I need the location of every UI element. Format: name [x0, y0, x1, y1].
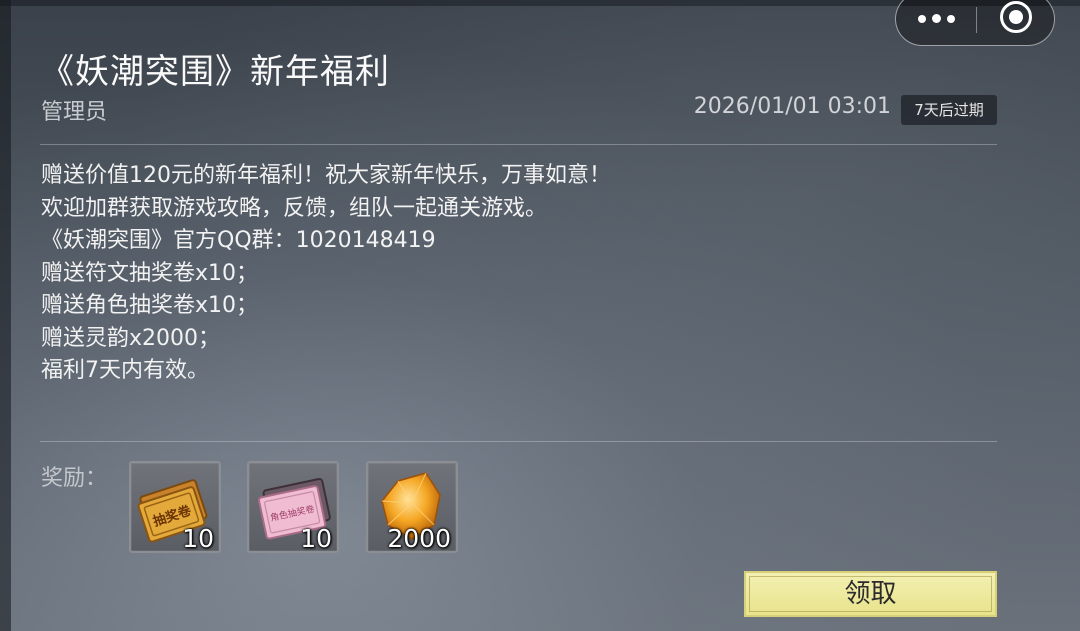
reward-count: 2000 — [387, 524, 451, 553]
reward-divider — [40, 441, 997, 442]
body-line: 赠送灵韵x2000； — [41, 325, 221, 351]
mail-body: 赠送价值120元的新年福利！祝大家新年快乐，万事如意！ 欢迎加群获取游戏攻略，反… — [41, 160, 611, 388]
expire-badge: 7天后过期 — [901, 95, 997, 125]
rewards-label: 奖励： — [41, 466, 108, 491]
body-line: 《妖潮突围》官方QQ群：1020148419 — [41, 228, 436, 253]
header-divider — [40, 144, 997, 145]
window-left-edge — [0, 0, 11, 631]
body-line: 赠送符文抽奖卷x10； — [41, 260, 259, 286]
close-target-icon[interactable] — [1000, 1, 1032, 33]
body-line: 欢迎加群获取游戏攻略，反馈，组队一起通关游戏。 — [41, 195, 548, 221]
claim-button[interactable]: 领取 — [744, 571, 997, 617]
more-dots-icon[interactable] — [916, 5, 956, 31]
reward-item-spirit-crystal[interactable]: 2000 — [366, 461, 458, 553]
body-line: 赠送价值120元的新年福利！祝大家新年快乐，万事如意！ — [41, 163, 611, 188]
mail-title: 《妖潮突围》新年福利 — [40, 52, 390, 92]
reward-count: 10 — [300, 524, 332, 553]
reward-count: 10 — [182, 524, 214, 553]
reward-item-character-ticket[interactable]: 角色抽奖卷 10 — [247, 461, 339, 553]
mail-sender: 管理员 — [41, 100, 108, 125]
capsule-divider — [976, 7, 977, 33]
reward-item-rune-ticket[interactable]: 抽奖卷 10 — [129, 461, 221, 553]
miniprogram-capsule — [895, 0, 1055, 46]
body-line: 赠送角色抽奖卷x10； — [41, 293, 259, 318]
mail-date: 2026/01/01 03:01 — [693, 94, 891, 119]
body-line: 福利7天内有效。 — [41, 358, 209, 383]
